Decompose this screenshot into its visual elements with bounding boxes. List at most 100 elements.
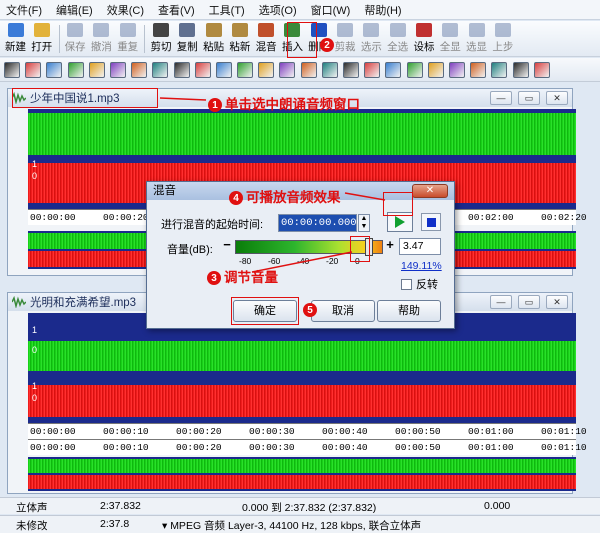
fx-11-icon[interactable] bbox=[237, 61, 254, 78]
invert-checkbox[interactable]: 反转 bbox=[401, 276, 438, 292]
status-bar-1: 立体声 2:37.832 0.000 到 2:37.832 (2:37.832)… bbox=[0, 497, 600, 514]
fx-14-icon[interactable] bbox=[300, 61, 317, 78]
toolbar-label: 剪裁 bbox=[334, 41, 356, 53]
time-tick-label: 00:01:00 bbox=[468, 426, 514, 437]
menu-item-3[interactable]: 查看(V) bbox=[158, 2, 195, 18]
fx-13-icon[interactable] bbox=[279, 61, 296, 78]
annotation-3: 3 调节音量 bbox=[207, 266, 278, 286]
start-time-input[interactable]: 00:00:00.00000 bbox=[278, 214, 369, 232]
fx-3-icon[interactable] bbox=[67, 61, 84, 78]
channel-label-zero: 0 bbox=[32, 393, 38, 403]
fx-21-icon[interactable] bbox=[448, 61, 465, 78]
toolbar-button-5[interactable]: 重复 bbox=[115, 22, 140, 56]
time-tick-label: 00:00:10 bbox=[103, 442, 149, 453]
fx-9-icon[interactable] bbox=[194, 61, 211, 78]
volume-percent-link[interactable]: 149.11% bbox=[401, 260, 442, 272]
menu-item-6[interactable]: 窗口(W) bbox=[311, 2, 351, 18]
cancel-button[interactable]: 取消 bbox=[311, 300, 375, 322]
fx-5-icon[interactable] bbox=[109, 61, 126, 78]
fx-20-icon[interactable] bbox=[427, 61, 444, 78]
highlight-mix-button bbox=[287, 22, 317, 58]
time-tick-label: 00:00:20 bbox=[176, 442, 222, 453]
menu-item-0[interactable]: 文件(F) bbox=[6, 2, 42, 18]
time-tick-label: 00:00:40 bbox=[322, 426, 368, 437]
toolbar-button-7[interactable]: 剪切 bbox=[148, 22, 173, 56]
toolbar-label: 新建 bbox=[5, 41, 26, 53]
fx-16-icon[interactable] bbox=[343, 61, 359, 78]
fx-2-icon[interactable] bbox=[46, 61, 63, 78]
toolbar-button-1[interactable]: 打开 bbox=[29, 22, 54, 56]
fx-8-icon[interactable] bbox=[173, 61, 190, 78]
toolbar-button-11[interactable]: 混音 bbox=[254, 22, 279, 56]
start-time-spinner[interactable]: ▲ ▼ bbox=[358, 214, 370, 232]
toolbar-label: 撤消 bbox=[90, 41, 112, 53]
fx-23-icon[interactable] bbox=[491, 61, 508, 78]
time-tick-label: 00:00:30 bbox=[249, 442, 295, 453]
dialog-close-button[interactable]: ✕ bbox=[412, 184, 448, 198]
fx-19-icon[interactable] bbox=[406, 61, 423, 78]
checkbox-box[interactable] bbox=[401, 278, 412, 290]
cursor-icon[interactable] bbox=[4, 61, 20, 78]
toolbar-label: 全选 bbox=[387, 41, 409, 53]
volume-increase-button[interactable]: + bbox=[384, 238, 396, 253]
menu-item-5[interactable]: 选项(O) bbox=[259, 2, 297, 18]
scissors-icon bbox=[152, 23, 169, 37]
toolbar-button-19[interactable]: 选显 bbox=[464, 22, 489, 56]
toolbar-label: 混音 bbox=[255, 41, 277, 53]
fx-6-icon[interactable] bbox=[131, 61, 148, 78]
highlight-volume-thumb bbox=[350, 236, 370, 262]
stop-button[interactable] bbox=[421, 213, 441, 231]
annotation-1: 1 单击选中朗诵音频窗口 bbox=[208, 93, 360, 113]
help-button[interactable]: 帮助 bbox=[377, 300, 441, 322]
menu-item-1[interactable]: 编辑(E) bbox=[56, 2, 93, 18]
time-tick-label: 00:00:20 bbox=[176, 426, 222, 437]
toolbar-button-18[interactable]: 全显 bbox=[438, 22, 463, 56]
toolbar-label: 重复 bbox=[117, 41, 139, 53]
fx-12-icon[interactable] bbox=[258, 61, 275, 78]
file-length: 2:37.832 bbox=[100, 500, 141, 512]
time-tick-label: 00:00:00 bbox=[30, 212, 76, 223]
toolbar-button-8[interactable]: 复制 bbox=[175, 22, 200, 56]
fx-24-icon[interactable] bbox=[512, 61, 529, 78]
menu-item-7[interactable]: 帮助(H) bbox=[364, 2, 401, 18]
toolbar-button-20[interactable]: 上步 bbox=[490, 22, 515, 56]
close-button[interactable]: ✕ bbox=[546, 295, 568, 309]
waveform-overview-2[interactable] bbox=[28, 457, 576, 491]
time-tick-label: 00:02:00 bbox=[468, 212, 514, 223]
toolbar-button-9[interactable]: 粘贴 bbox=[201, 22, 226, 56]
channel-label-zero: 0 bbox=[32, 171, 38, 181]
fx-1-icon[interactable] bbox=[25, 61, 42, 78]
fx-7-icon[interactable] bbox=[152, 61, 169, 78]
toolbar-button-17[interactable]: 设标 bbox=[411, 22, 436, 56]
menu-item-2[interactable]: 效果(C) bbox=[107, 2, 144, 18]
toolbar-label: 剪切 bbox=[150, 41, 172, 53]
toolbar-button-3[interactable]: 保存 bbox=[63, 22, 88, 56]
time-tick-label: 00:01:10 bbox=[541, 426, 587, 437]
maximize-button[interactable]: ▭ bbox=[518, 91, 540, 105]
fx-25-icon[interactable] bbox=[533, 61, 550, 78]
toolbar-button-4[interactable]: 撤消 bbox=[89, 22, 114, 56]
volume-decrease-button[interactable]: − bbox=[221, 238, 233, 253]
minimize-button[interactable]: — bbox=[490, 91, 512, 105]
volume-tick-label: -20 bbox=[326, 256, 339, 266]
audio-window-2-title: 光明和充满希望.mp3 bbox=[30, 297, 137, 309]
toolbar-label: 上步 bbox=[492, 41, 514, 53]
fx-18-icon[interactable] bbox=[385, 61, 402, 78]
toolbar-button-10[interactable]: 粘新 bbox=[227, 22, 252, 56]
toolbar-button-0[interactable]: 新建 bbox=[3, 22, 28, 56]
toolbar-button-16[interactable]: 全选 bbox=[385, 22, 410, 56]
status-bar-2: 未修改 2:37.8 ▾ MPEG 音频 Layer-3, 44100 Hz, … bbox=[0, 515, 600, 533]
fx-15-icon[interactable] bbox=[321, 61, 338, 78]
close-button[interactable]: ✕ bbox=[546, 91, 568, 105]
toolbar-button-15[interactable]: 选示 bbox=[359, 22, 384, 56]
fx-17-icon[interactable] bbox=[364, 61, 381, 78]
maximize-button[interactable]: ▭ bbox=[518, 295, 540, 309]
fx-4-icon[interactable] bbox=[88, 61, 105, 78]
waveform-main-2[interactable] bbox=[28, 313, 576, 423]
invert-label: 反转 bbox=[416, 279, 438, 291]
volume-value-field[interactable]: 3.47 bbox=[399, 238, 441, 255]
fx-22-icon[interactable] bbox=[470, 61, 487, 78]
minimize-button[interactable]: — bbox=[490, 295, 512, 309]
fx-10-icon[interactable] bbox=[215, 61, 232, 78]
menu-item-4[interactable]: 工具(T) bbox=[209, 2, 245, 18]
